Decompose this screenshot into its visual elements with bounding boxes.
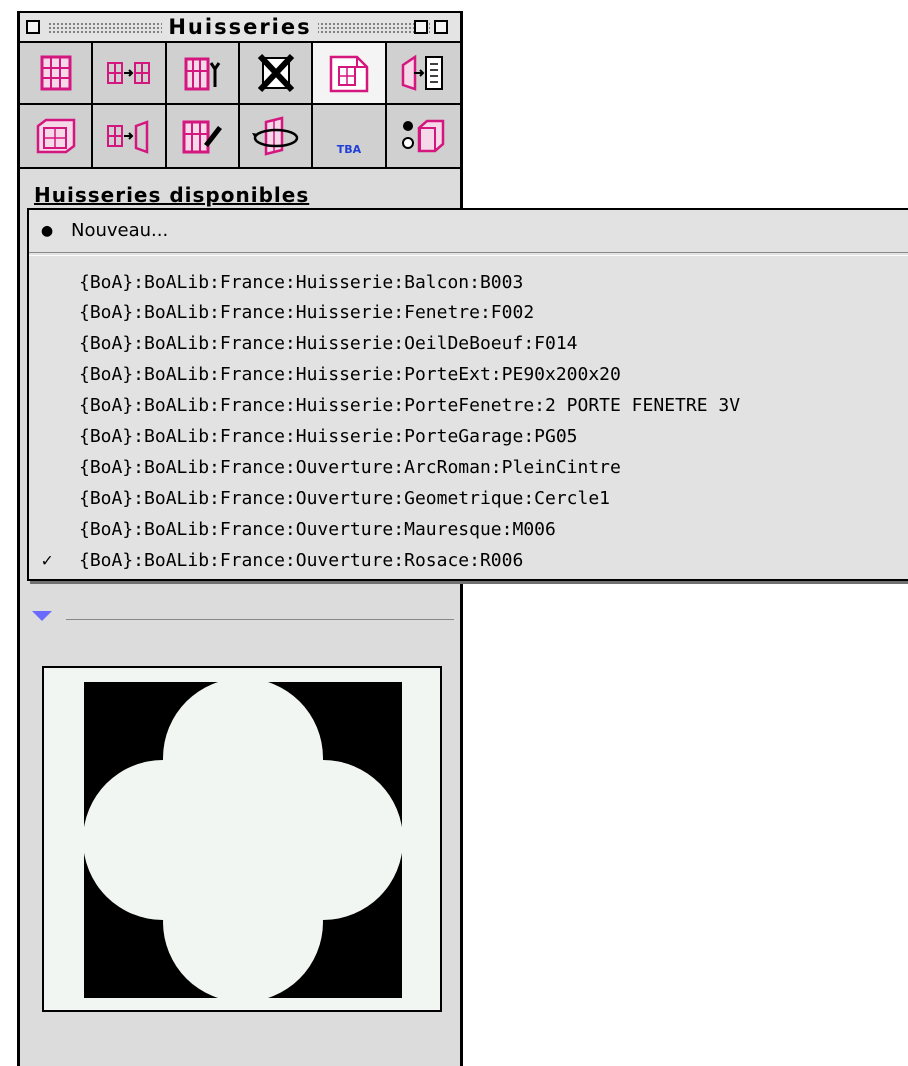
tool-delete[interactable]: [240, 43, 314, 105]
tool-door-insert[interactable]: [386, 43, 460, 105]
window-title: Huisseries: [162, 15, 318, 39]
section-title: Huisseries disponibles: [34, 183, 310, 207]
menu-item-checked[interactable]: ✓ {BoA}:BoALib:France:Ouverture:Rosace:R…: [29, 544, 908, 577]
tool-toggle-3d[interactable]: [386, 105, 460, 167]
door-insert-icon: [402, 54, 444, 91]
tool-window-to-door[interactable]: [93, 105, 167, 167]
tool-window-tools[interactable]: [166, 43, 240, 105]
menu-separator: [29, 252, 908, 256]
menu-item[interactable]: {BoA}:BoALib:France:Huisserie:PorteFenet…: [29, 389, 908, 422]
tba-icon: TBA: [336, 142, 362, 156]
tool-tba[interactable]: TBA: [313, 105, 387, 167]
window-edit-icon: [182, 120, 223, 154]
window-document-icon: [329, 55, 369, 93]
menu-item[interactable]: {BoA}:BoALib:France:Huisserie:Balcon:B00…: [29, 266, 908, 299]
collapse-box-button[interactable]: [434, 20, 448, 34]
bullet-icon: ●: [41, 220, 53, 241]
menu-item[interactable]: {BoA}:BoALib:France:Ouverture:Geometriqu…: [29, 482, 908, 515]
window-transfer-icon: [106, 62, 150, 84]
checkmark-icon: ✓: [41, 550, 53, 571]
zoom-box-button[interactable]: [414, 20, 428, 34]
window-rotate-icon: [251, 116, 298, 156]
menu-item[interactable]: {BoA}:BoALib:France:Huisserie:PorteExt:P…: [29, 358, 908, 391]
tool-window-3d[interactable]: [20, 105, 94, 167]
menu-item[interactable]: {BoA}:BoALib:France:Ouverture:Mauresque:…: [29, 513, 908, 546]
window-3d-icon: [36, 118, 75, 154]
menu-item[interactable]: {BoA}:BoALib:France:Huisserie:OeilDeBoeu…: [29, 327, 908, 360]
tool-grid: TBA: [20, 43, 460, 169]
window-tools-icon: [184, 57, 221, 91]
preview-panel: [42, 666, 442, 1012]
disclosure-triangle-icon[interactable]: [32, 611, 52, 621]
menu-item-new[interactable]: ● Nouveau...: [29, 214, 908, 247]
menu-item[interactable]: {BoA}:BoALib:France:Ouverture:ArcRoman:P…: [29, 451, 908, 484]
tool-window-rotate[interactable]: [240, 105, 314, 167]
menu-item[interactable]: {BoA}:BoALib:France:Huisserie:Fenetre:F0…: [29, 296, 908, 329]
window-grid-icon: [40, 55, 72, 91]
divider: [66, 619, 454, 620]
toggle-3d-icon: [402, 119, 445, 153]
library-popup-menu: ● Nouveau... {BoA}:BoALib:France:Huisser…: [27, 208, 908, 581]
tool-window-document[interactable]: [313, 43, 387, 105]
window-to-door-icon: [106, 120, 149, 154]
tool-window-grid[interactable]: [20, 43, 94, 105]
menu-item[interactable]: {BoA}:BoALib:France:Huisserie:PorteGarag…: [29, 420, 908, 453]
title-bar[interactable]: Huisseries: [20, 13, 460, 43]
rosace-preview-icon: [84, 682, 402, 998]
tool-window-transfer[interactable]: [93, 43, 167, 105]
delete-cross-icon: [257, 53, 294, 93]
tool-window-edit[interactable]: [166, 105, 240, 167]
